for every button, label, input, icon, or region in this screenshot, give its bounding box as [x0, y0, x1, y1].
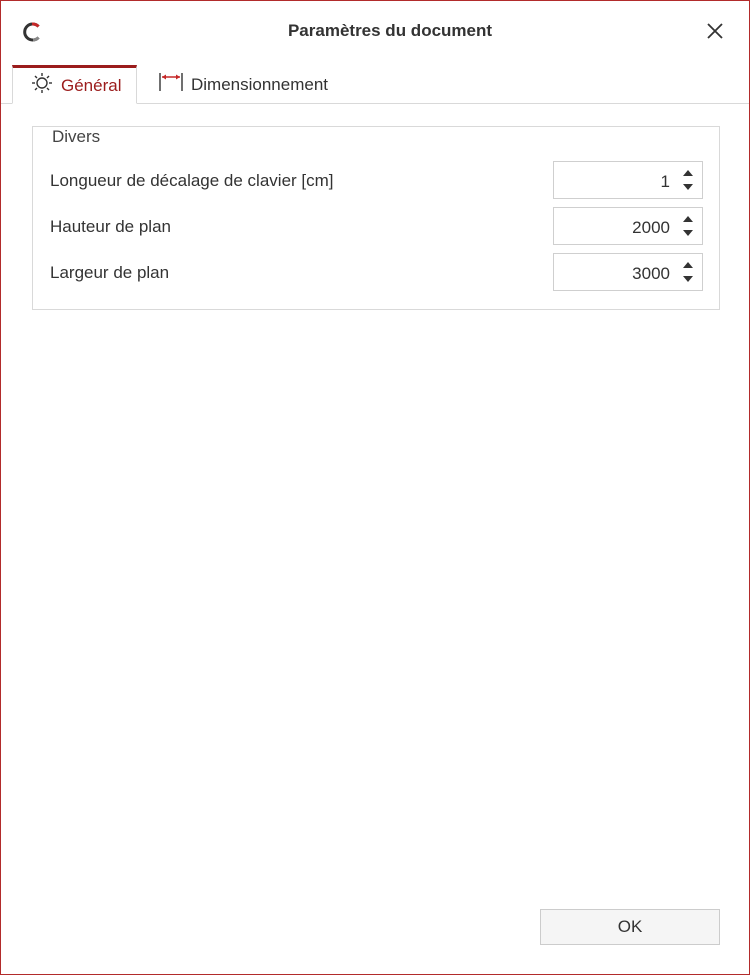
tab-dimensionnement[interactable]: Dimensionnement [157, 66, 328, 103]
ok-button[interactable]: OK [540, 909, 720, 945]
close-icon [707, 22, 723, 44]
keyboard-offset-input[interactable] [558, 171, 672, 193]
sun-icon [31, 72, 53, 99]
title-bar: Paramètres du document [1, 1, 749, 63]
decrement-arrow-icon[interactable] [681, 273, 695, 285]
tab-general-label: Général [61, 75, 122, 95]
divers-group-legend: Divers [45, 127, 108, 147]
plan-width-input[interactable] [558, 263, 672, 285]
dialog-title: Paramètres du document [287, 21, 493, 40]
decrement-arrow-icon[interactable] [681, 181, 695, 193]
plan-width-spinner[interactable] [553, 253, 703, 291]
tab-bar: Général Dimensionnement [1, 63, 749, 104]
close-button[interactable] [697, 15, 733, 51]
dimension-arrow-icon [159, 71, 183, 98]
tab-general[interactable]: Général [12, 65, 137, 104]
plan-height-spinner[interactable] [553, 207, 703, 245]
plan-width-label: Largeur de plan [50, 263, 170, 282]
keyboard-offset-label: Longueur de décalage de clavier [cm] [50, 171, 334, 190]
increment-arrow-icon[interactable] [681, 259, 695, 271]
increment-arrow-icon[interactable] [681, 167, 695, 179]
increment-arrow-icon[interactable] [681, 213, 695, 225]
keyboard-offset-spinner[interactable] [553, 161, 703, 199]
plan-height-label: Hauteur de plan [50, 217, 171, 236]
decrement-arrow-icon[interactable] [681, 227, 695, 239]
tab-dimensionnement-label: Dimensionnement [191, 74, 329, 94]
document-settings-dialog: Paramètres du document Général Dimension… [0, 0, 750, 975]
plan-height-input[interactable] [558, 217, 672, 239]
